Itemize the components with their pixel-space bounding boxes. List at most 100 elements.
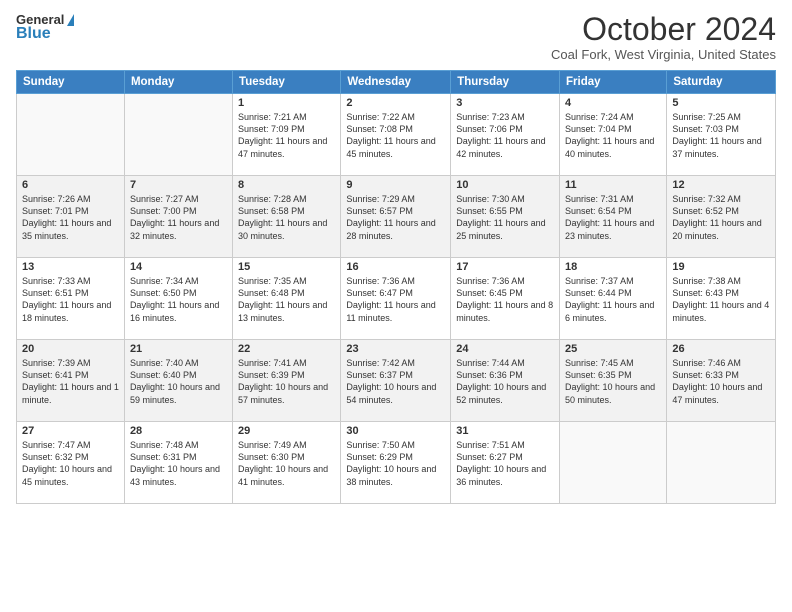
table-cell: 14 Sunrise: 7:34 AMSunset: 6:50 PMDayligh…: [124, 258, 232, 340]
day-info: Sunrise: 7:44 AMSunset: 6:36 PMDaylight:…: [456, 357, 554, 406]
day-number: 25: [565, 343, 661, 355]
sunrise: Sunrise: 7:38 AM: [672, 275, 770, 287]
day-info: Sunrise: 7:39 AMSunset: 6:41 PMDaylight:…: [22, 357, 119, 406]
daylight: Daylight: 11 hours and 40 minutes.: [565, 135, 661, 159]
table-cell: 17Sunrise: 7:36 AMSunset: 6:45 PMDayligh…: [451, 258, 560, 340]
day-info: Sunrise: 7:46 AMSunset: 6:33 PMDaylight:…: [672, 357, 770, 406]
day-number: 14: [130, 261, 227, 273]
sunrise: Sunrise: 7:36 AM: [346, 275, 445, 287]
sunset: Sunset: 6:45 PM: [456, 287, 554, 299]
day-info: Sunrise: 7:22 AMSunset: 7:08 PMDaylight:…: [346, 111, 445, 160]
sunset: Sunset: 6:35 PM: [565, 369, 661, 381]
sunrise: Sunrise: 7:23 AM: [456, 111, 554, 123]
table-cell: 12 Sunrise: 7:32 AMSunset: 6:52 PMDayligh…: [667, 176, 776, 258]
day-number: 12: [672, 179, 770, 191]
table-cell: 15Sunrise: 7:35 AMSunset: 6:48 PMDayligh…: [233, 258, 341, 340]
table-cell: 27Sunrise: 7:47 AMSunset: 6:32 PMDayligh…: [17, 422, 125, 504]
daylight: Daylight: 11 hours and 16 minutes.: [130, 299, 227, 323]
sunrise: Sunrise: 7:32 AM: [672, 193, 770, 205]
daylight: Daylight: 10 hours and 41 minutes.: [238, 463, 335, 487]
sunrise: Sunrise: 7:44 AM: [456, 357, 554, 369]
day-info: Sunrise: 7:27 AMSunset: 7:00 PMDaylight:…: [130, 193, 227, 242]
sunset: Sunset: 6:31 PM: [130, 451, 227, 463]
table-cell: 7 Sunrise: 7:27 AMSunset: 7:00 PMDaylight…: [124, 176, 232, 258]
table-cell: 19Sunrise: 7:38 AMSunset: 6:43 PMDayligh…: [667, 258, 776, 340]
day-info: Sunrise: 7:29 AMSunset: 6:57 PMDaylight:…: [346, 193, 445, 242]
sunrise: Sunrise: 7:46 AM: [672, 357, 770, 369]
title-block: October 2024 Coal Fork, West Virginia, U…: [551, 12, 776, 62]
day-info: Sunrise: 7:30 AMSunset: 6:55 PMDaylight:…: [456, 193, 554, 242]
table-cell: [17, 94, 125, 176]
sunrise: Sunrise: 7:29 AM: [346, 193, 445, 205]
day-number: 21: [130, 343, 227, 355]
daylight: Daylight: 11 hours and 28 minutes.: [346, 217, 445, 241]
day-number: 4: [565, 97, 661, 109]
day-info: Sunrise: 7:51 AMSunset: 6:27 PMDaylight:…: [456, 439, 554, 488]
table-cell: [667, 422, 776, 504]
day-info: Sunrise: 7:34 AMSunset: 6:50 PMDaylight:…: [130, 275, 227, 324]
sunset: Sunset: 6:39 PM: [238, 369, 335, 381]
daylight: Daylight: 10 hours and 47 minutes.: [672, 381, 770, 405]
day-info: Sunrise: 7:36 AMSunset: 6:47 PMDaylight:…: [346, 275, 445, 324]
sunset: Sunset: 6:47 PM: [346, 287, 445, 299]
day-number: 24: [456, 343, 554, 355]
sunset: Sunset: 6:27 PM: [456, 451, 554, 463]
sunrise: Sunrise: 7:25 AM: [672, 111, 770, 123]
daylight: Daylight: 10 hours and 52 minutes.: [456, 381, 554, 405]
day-info: Sunrise: 7:36 AMSunset: 6:45 PMDaylight:…: [456, 275, 554, 324]
day-number: 18: [565, 261, 661, 273]
daylight: Daylight: 10 hours and 50 minutes.: [565, 381, 661, 405]
table-cell: 13Sunrise: 7:33 AMSunset: 6:51 PMDayligh…: [17, 258, 125, 340]
sunset: Sunset: 7:06 PM: [456, 123, 554, 135]
table-cell: 26Sunrise: 7:46 AMSunset: 6:33 PMDayligh…: [667, 340, 776, 422]
day-number: 13: [22, 261, 119, 273]
daylight: Daylight: 11 hours and 25 minutes.: [456, 217, 554, 241]
table-cell: 30Sunrise: 7:50 AMSunset: 6:29 PMDayligh…: [341, 422, 451, 504]
sunrise: Sunrise: 7:49 AM: [238, 439, 335, 451]
day-number: 7: [130, 179, 227, 191]
daylight: Daylight: 10 hours and 57 minutes.: [238, 381, 335, 405]
week-row-2: 13Sunrise: 7:33 AMSunset: 6:51 PMDayligh…: [17, 258, 776, 340]
col-wednesday: Wednesday: [341, 71, 451, 94]
day-info: Sunrise: 7:49 AMSunset: 6:30 PMDaylight:…: [238, 439, 335, 488]
day-info: Sunrise: 7:31 AMSunset: 6:54 PMDaylight:…: [565, 193, 661, 242]
sunset: Sunset: 7:09 PM: [238, 123, 335, 135]
day-number: 8: [238, 179, 335, 191]
daylight: Daylight: 11 hours and 4 minutes.: [672, 299, 770, 323]
sunset: Sunset: 6:30 PM: [238, 451, 335, 463]
sunset: Sunset: 7:08 PM: [346, 123, 445, 135]
day-info: Sunrise: 7:32 AMSunset: 6:52 PMDaylight:…: [672, 193, 770, 242]
table-cell: 4Sunrise: 7:24 AMSunset: 7:04 PMDaylight…: [560, 94, 667, 176]
daylight: Daylight: 10 hours and 59 minutes.: [130, 381, 227, 405]
sunrise: Sunrise: 7:36 AM: [456, 275, 554, 287]
table-cell: 24 Sunrise: 7:44 AMSunset: 6:36 PMDayligh…: [451, 340, 560, 422]
day-info: Sunrise: 7:42 AMSunset: 6:37 PMDaylight:…: [346, 357, 445, 406]
day-info: Sunrise: 7:23 AMSunset: 7:06 PMDaylight:…: [456, 111, 554, 160]
sunset: Sunset: 6:50 PM: [130, 287, 227, 299]
day-number: 27: [22, 425, 119, 437]
logo: General Blue: [16, 12, 74, 43]
day-number: 16: [346, 261, 445, 273]
logo-blue: Blue: [16, 25, 74, 43]
week-row-4: 27Sunrise: 7:47 AMSunset: 6:32 PMDayligh…: [17, 422, 776, 504]
sunset: Sunset: 7:04 PM: [565, 123, 661, 135]
col-monday: Monday: [124, 71, 232, 94]
sunrise: Sunrise: 7:34 AM: [130, 275, 227, 287]
sunrise: Sunrise: 7:41 AM: [238, 357, 335, 369]
page: General Blue October 2024 Coal Fork, Wes…: [0, 0, 792, 612]
day-info: Sunrise: 7:38 AMSunset: 6:43 PMDaylight:…: [672, 275, 770, 324]
sunset: Sunset: 6:57 PM: [346, 205, 445, 217]
sunrise: Sunrise: 7:48 AM: [130, 439, 227, 451]
table-cell: 10Sunrise: 7:30 AMSunset: 6:55 PMDayligh…: [451, 176, 560, 258]
table-cell: 11Sunrise: 7:31 AMSunset: 6:54 PMDayligh…: [560, 176, 667, 258]
sunset: Sunset: 7:03 PM: [672, 123, 770, 135]
week-row-0: 1Sunrise: 7:21 AMSunset: 7:09 PMDaylight…: [17, 94, 776, 176]
table-cell: 9Sunrise: 7:29 AMSunset: 6:57 PMDaylight…: [341, 176, 451, 258]
table-cell: 29Sunrise: 7:49 AMSunset: 6:30 PMDayligh…: [233, 422, 341, 504]
day-number: 5: [672, 97, 770, 109]
sunset: Sunset: 6:44 PM: [565, 287, 661, 299]
col-tuesday: Tuesday: [233, 71, 341, 94]
col-thursday: Thursday: [451, 71, 560, 94]
sunset: Sunset: 6:51 PM: [22, 287, 119, 299]
daylight: Daylight: 11 hours and 11 minutes.: [346, 299, 445, 323]
